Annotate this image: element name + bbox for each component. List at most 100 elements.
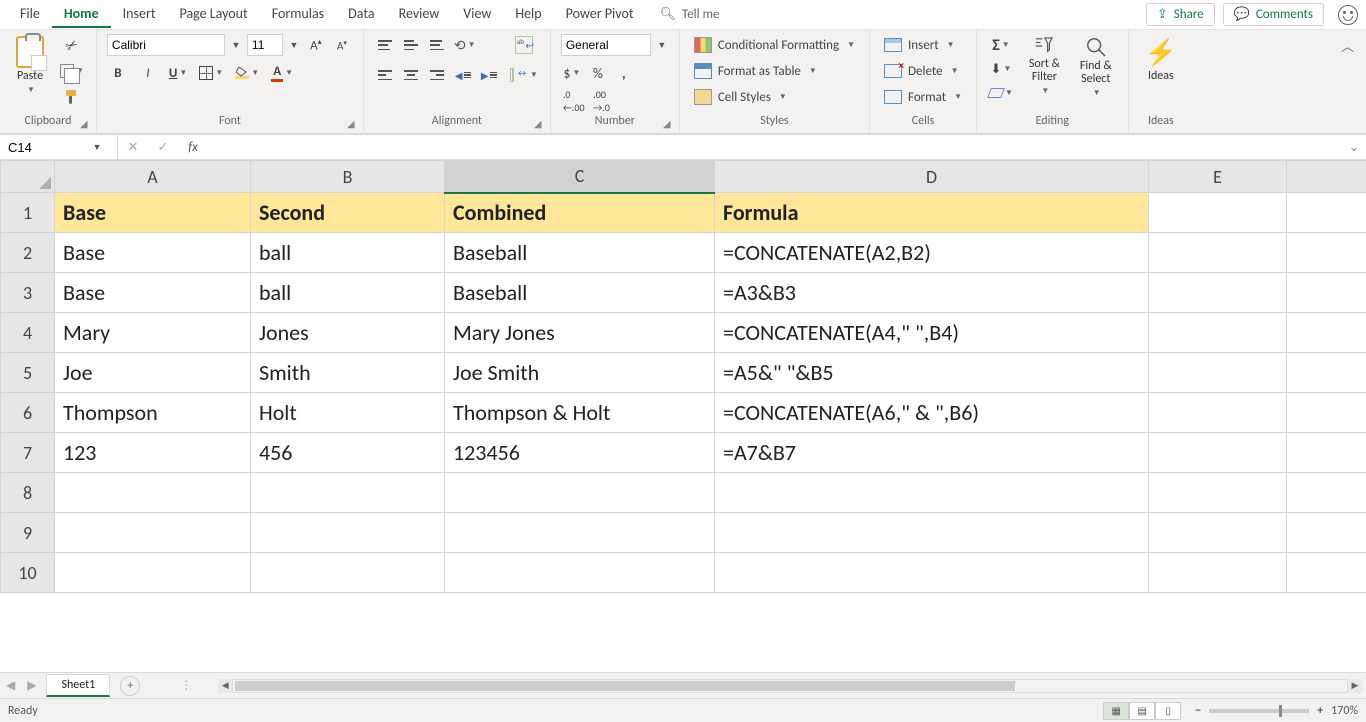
bottom-align-button[interactable] — [426, 34, 448, 56]
cell-B10[interactable] — [251, 553, 445, 593]
dialog-launcher-icon[interactable]: ◢ — [534, 117, 546, 129]
number-format-input[interactable] — [561, 34, 651, 56]
tab-insert[interactable]: Insert — [111, 1, 168, 28]
cell-B5[interactable]: Smith — [251, 353, 445, 393]
cell-B2[interactable]: ball — [251, 233, 445, 273]
feedback-smiley-icon[interactable] — [1338, 5, 1358, 25]
conditional-formatting-button[interactable]: Conditional Formatting ▼ — [690, 34, 859, 56]
dialog-launcher-icon[interactable]: ◢ — [80, 117, 92, 129]
cell-C3[interactable]: Baseball — [445, 273, 715, 313]
expand-formula-bar-button[interactable]: ⌄ — [1342, 135, 1366, 159]
cell-B7[interactable]: 456 — [251, 433, 445, 473]
row-header-4[interactable]: 4 — [1, 313, 55, 353]
cell-C6[interactable]: Thompson & Holt — [445, 393, 715, 433]
cell-extra-8[interactable] — [1287, 473, 1366, 513]
split-handle-icon[interactable]: ⋮ — [180, 678, 192, 693]
cell-D4[interactable]: =CONCATENATE(A4," ",B4) — [715, 313, 1149, 353]
cell-E4[interactable] — [1149, 313, 1287, 353]
dialog-launcher-icon[interactable]: ◢ — [663, 117, 675, 129]
increase-font-button[interactable]: A▴ — [305, 34, 327, 56]
horizontal-scrollbar[interactable]: ◀ ▶ — [232, 679, 1348, 693]
find-select-button[interactable]: Find & Select ▼ — [1074, 34, 1118, 100]
format-as-table-button[interactable]: Format as Table ▼ — [690, 60, 859, 82]
ideas-button[interactable]: ⚡ Ideas — [1139, 34, 1183, 85]
zoom-slider[interactable] — [1209, 709, 1309, 713]
tab-file[interactable]: File — [8, 1, 52, 28]
cell-extra-1[interactable] — [1287, 193, 1366, 233]
cell-B6[interactable]: Holt — [251, 393, 445, 433]
format-painter-button[interactable] — [58, 86, 86, 108]
cell-extra-6[interactable] — [1287, 393, 1366, 433]
cell-styles-button[interactable]: Cell Styles ▼ — [690, 86, 859, 108]
view-page-break-button[interactable]: ▯ — [1155, 702, 1181, 720]
cell-E10[interactable] — [1149, 553, 1287, 593]
comments-button[interactable]: 💬 Comments — [1223, 3, 1324, 26]
cell-extra-5[interactable] — [1287, 353, 1366, 393]
chevron-down-icon[interactable]: ▼ — [287, 40, 301, 51]
share-button[interactable]: ⇪ Share — [1146, 3, 1215, 26]
select-all-triangle[interactable] — [1, 161, 55, 193]
comma-format-button[interactable]: , — [613, 62, 635, 84]
cell-E8[interactable] — [1149, 473, 1287, 513]
cell-B9[interactable] — [251, 513, 445, 553]
merge-center-button[interactable]: ▼ — [508, 64, 540, 86]
font-color-button[interactable]: A▼ — [269, 62, 295, 84]
increase-indent-button[interactable]: ▶ — [478, 64, 500, 86]
cell-E6[interactable] — [1149, 393, 1287, 433]
column-header-extra[interactable] — [1287, 161, 1366, 193]
cell-E7[interactable] — [1149, 433, 1287, 473]
row-header-7[interactable]: 7 — [1, 433, 55, 473]
zoom-level[interactable]: 170% — [1331, 704, 1358, 718]
tab-help[interactable]: Help — [503, 1, 553, 28]
insert-cells-button[interactable]: Insert ▼ — [880, 34, 966, 56]
scroll-left-button[interactable]: ◀ — [218, 679, 232, 693]
tell-me-search[interactable]: 🔍︎ Tell me — [646, 7, 720, 22]
decrease-decimal-button[interactable]: .00→.0 — [591, 90, 613, 112]
worksheet-grid[interactable]: A B C D E 1 Base Second Combined Formula… — [0, 160, 1366, 672]
cell-A2[interactable]: Base — [55, 233, 251, 273]
copy-button[interactable]: ▼ — [58, 60, 86, 82]
cell-A10[interactable] — [55, 553, 251, 593]
tab-power-pivot[interactable]: Power Pivot — [554, 1, 646, 28]
cell-extra-9[interactable] — [1287, 513, 1366, 553]
decrease-indent-button[interactable]: ◀ — [452, 64, 474, 86]
cell-A9[interactable] — [55, 513, 251, 553]
cell-D1[interactable]: Formula — [715, 193, 1149, 233]
new-sheet-button[interactable]: + — [120, 676, 140, 696]
cell-D8[interactable] — [715, 473, 1149, 513]
cell-C4[interactable]: Mary Jones — [445, 313, 715, 353]
zoom-out-button[interactable]: − — [1195, 704, 1201, 718]
row-header-10[interactable]: 10 — [1, 553, 55, 593]
tab-data[interactable]: Data — [336, 1, 386, 28]
column-header-B[interactable]: B — [251, 161, 445, 193]
middle-align-button[interactable] — [400, 34, 422, 56]
cell-E2[interactable] — [1149, 233, 1287, 273]
column-header-A[interactable]: A — [55, 161, 251, 193]
cell-C5[interactable]: Joe Smith — [445, 353, 715, 393]
increase-decimal-button[interactable]: .0←.00 — [561, 90, 587, 112]
cell-C2[interactable]: Baseball — [445, 233, 715, 273]
tab-page-layout[interactable]: Page Layout — [168, 1, 260, 28]
cell-D5[interactable]: =A5&" "&B5 — [715, 353, 1149, 393]
font-size-input[interactable] — [247, 34, 283, 56]
cell-E5[interactable] — [1149, 353, 1287, 393]
cell-D9[interactable] — [715, 513, 1149, 553]
row-header-5[interactable]: 5 — [1, 353, 55, 393]
row-header-1[interactable]: 1 — [1, 193, 55, 233]
cell-D2[interactable]: =CONCATENATE(A2,B2) — [715, 233, 1149, 273]
cancel-formula-button[interactable]: ✕ — [118, 135, 148, 159]
chevron-down-icon[interactable]: ▼ — [655, 40, 669, 51]
fill-button[interactable]: ⬇▼ — [987, 58, 1015, 80]
cell-E9[interactable] — [1149, 513, 1287, 553]
chevron-down-icon[interactable]: ▼ — [229, 40, 243, 51]
column-header-C[interactable]: C — [445, 161, 715, 193]
cell-B1[interactable]: Second — [251, 193, 445, 233]
cell-extra-10[interactable] — [1287, 553, 1366, 593]
cell-E1[interactable] — [1149, 193, 1287, 233]
cell-B3[interactable]: ball — [251, 273, 445, 313]
sheet-nav-next[interactable]: ▶ — [21, 678, 42, 693]
row-header-3[interactable]: 3 — [1, 273, 55, 313]
cell-A6[interactable]: Thompson — [55, 393, 251, 433]
cell-A1[interactable]: Base — [55, 193, 251, 233]
tab-formulas[interactable]: Formulas — [260, 1, 336, 28]
